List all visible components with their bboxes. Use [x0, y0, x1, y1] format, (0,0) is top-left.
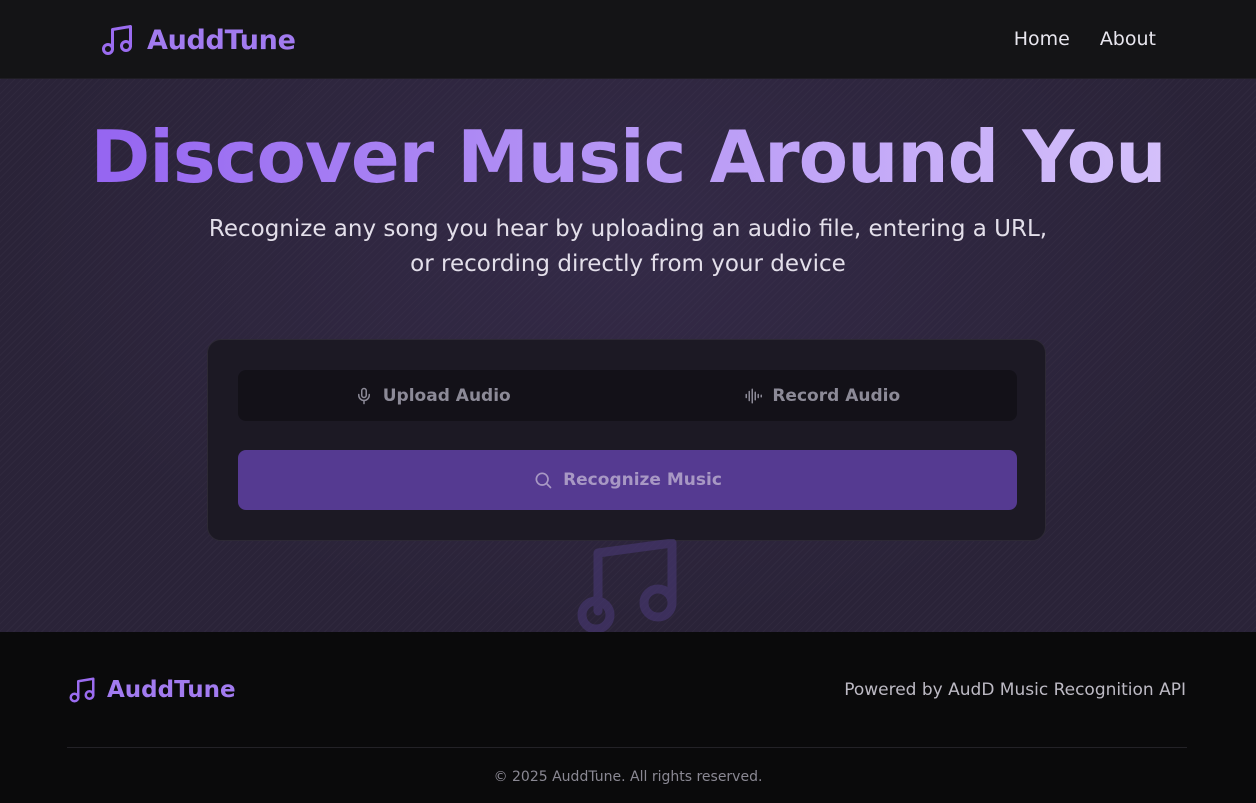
audio-waveform-icon	[745, 388, 763, 403]
footer-divider	[67, 747, 1187, 748]
footer-brand: AuddTune	[67, 675, 236, 705]
hero-section: Discover Music Around You Recognize any …	[0, 79, 1256, 632]
nav-about-link[interactable]: About	[1100, 28, 1156, 50]
powered-by-text: Powered by AudD Music Recognition API	[844, 680, 1186, 700]
input-mode-tabs: Upload Audio Record Audio	[238, 370, 1017, 421]
hero-title: Discover Music Around You	[0, 115, 1256, 199]
site-footer: AuddTune Powered by AudD Music Recogniti…	[0, 632, 1256, 803]
brand-name: AuddTune	[147, 24, 296, 56]
microphone-icon	[357, 387, 370, 404]
nav-home-link[interactable]: Home	[1014, 28, 1070, 50]
music-note-icon	[102, 25, 132, 55]
search-icon	[535, 472, 552, 489]
site-header: AuddTune Home About	[0, 0, 1256, 79]
tab-upload-audio-label: Upload Audio	[382, 385, 511, 406]
recognition-card: Upload Audio Record Audio Recognize Musi…	[207, 339, 1046, 541]
tab-upload-audio[interactable]: Upload Audio	[238, 370, 628, 421]
footer-brand-name: AuddTune	[107, 677, 236, 703]
recognize-music-button[interactable]: Recognize Music	[238, 450, 1017, 510]
main-nav: Home About	[1014, 28, 1156, 50]
decorative-music-note-icon	[577, 539, 677, 632]
brand-logo-link[interactable]: AuddTune	[99, 20, 296, 60]
copyright-text: © 2025 AuddTune. All rights reserved.	[493, 769, 763, 785]
tab-record-audio-label: Record Audio	[772, 385, 901, 406]
music-note-icon	[69, 677, 95, 703]
recognize-music-label: Recognize Music	[563, 470, 722, 490]
hero-subtitle: Recognize any song you hear by uploading…	[208, 216, 1048, 277]
tab-record-audio[interactable]: Record Audio	[628, 370, 1018, 421]
